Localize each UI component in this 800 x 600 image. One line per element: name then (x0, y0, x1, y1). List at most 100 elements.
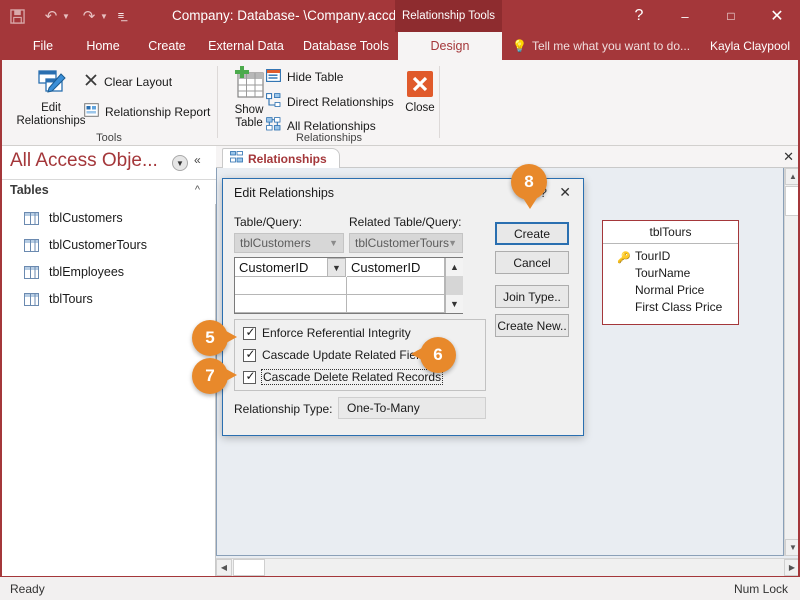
sidebar-item-label: tblCustomerTours (49, 238, 147, 252)
status-text: Ready (10, 582, 45, 596)
customize-qat-icon[interactable]: ≡̲ (110, 0, 132, 32)
grid-cell-left-field-0[interactable]: CustomerID (235, 258, 336, 277)
clear-layout-label: Clear Layout (104, 74, 173, 89)
grid-cell-right-field-0[interactable]: CustomerID (347, 258, 445, 277)
table-query-combo[interactable]: tblCustomers ▼ (234, 233, 344, 253)
tab-create[interactable]: Create (138, 32, 196, 60)
create-button[interactable]: Create (495, 222, 569, 245)
window-controls: ? – □ ✕ (616, 0, 800, 32)
table-field-label: TourID (635, 249, 671, 263)
horizontal-scroll-thumb[interactable] (233, 559, 265, 576)
checkbox-icon[interactable] (243, 347, 257, 362)
grid-cell-value: CustomerID (351, 259, 421, 275)
help-icon[interactable]: ? (616, 0, 662, 32)
checkbox-cascade-delete-related-records[interactable]: Cascade Delete Related Records (243, 369, 444, 385)
checkbox-enforce-referential-integrity[interactable]: Enforce Referential Integrity (243, 325, 411, 340)
edit-relationships-icon (35, 68, 67, 102)
hide-table-button[interactable]: Hide Table (266, 69, 343, 85)
vertical-scrollbar[interactable]: ▲ ▼ (784, 168, 800, 556)
ribbon-group-relationships-label: Relationships (295, 132, 363, 144)
table-field-row[interactable]: First Class Price (603, 299, 738, 316)
redo-dropdown-icon[interactable]: ▼ (98, 0, 110, 32)
table-field-row[interactable]: 🔑 TourID (603, 248, 738, 265)
tell-me-label: Tell me what you want to do... (531, 39, 691, 53)
grid-scroll-up-icon[interactable]: ▲ (446, 258, 463, 276)
close-document-icon[interactable]: ✕ (783, 149, 794, 165)
user-account-name[interactable]: Kayla Claypool (710, 32, 790, 60)
grid-cell-dropdown-icon[interactable]: ▼ (327, 258, 346, 277)
direct-relationships-button[interactable]: Direct Relationships (266, 93, 394, 110)
checkbox-cascade-update-related-fields[interactable]: Cascade Update Related Fields (243, 347, 431, 362)
grid-scroll-down-icon[interactable]: ▼ (446, 295, 463, 313)
minimize-icon[interactable]: – (662, 0, 708, 32)
field-mapping-grid[interactable]: CustomerID ▼ CustomerID ▲ ▼ (234, 257, 463, 314)
table-field-row[interactable]: Normal Price (603, 282, 738, 299)
grid-scroll-thumb[interactable] (446, 276, 463, 296)
edit-relationships-button[interactable]: Edit Relationships (12, 68, 90, 128)
horizontal-scrollbar[interactable]: ◀ ▶ (216, 558, 800, 576)
nav-group-tables[interactable]: Tables ^ (0, 180, 216, 204)
undo-dropdown-icon[interactable]: ▼ (60, 0, 72, 32)
chevron-down-icon[interactable]: ▼ (172, 155, 188, 171)
save-icon[interactable] (0, 0, 34, 32)
scroll-left-icon[interactable]: ◀ (216, 559, 232, 576)
grid-cell-right-field-2[interactable] (347, 295, 445, 313)
show-table-label-line1: Show (234, 104, 264, 116)
scroll-right-icon[interactable]: ▶ (784, 559, 800, 576)
relationships-tab-icon (230, 151, 243, 166)
tab-design[interactable]: Design (398, 32, 502, 60)
grid-cell-right-field-1[interactable] (347, 277, 445, 295)
create-new-button[interactable]: Create New.. (495, 314, 569, 337)
clear-layout-icon (84, 73, 98, 90)
grid-cell-left-field-2[interactable] (235, 295, 347, 313)
sidebar-item-tblcustomertours[interactable]: tblCustomerTours (0, 233, 216, 257)
close-relationships-button[interactable]: Close (398, 70, 442, 115)
edit-relationships-dialog: Edit Relationships ? ✕ Table/Query: Rela… (222, 178, 584, 436)
sidebar-item-tblcustomers[interactable]: tblCustomers (0, 206, 216, 230)
collapse-navigation-pane-icon[interactable]: « (194, 153, 201, 167)
close-window-icon[interactable]: ✕ (754, 0, 800, 32)
checkbox-icon[interactable] (243, 325, 257, 340)
maximize-icon[interactable]: □ (708, 0, 754, 32)
document-tab-label: Relationships (248, 151, 327, 166)
checkbox-icon[interactable] (243, 369, 257, 384)
close-icon (406, 70, 434, 102)
tab-file[interactable]: File (18, 32, 68, 60)
table-field-row[interactable]: TourName (603, 265, 738, 282)
related-table-query-combo[interactable]: tblCustomerTours ▼ (349, 233, 463, 253)
direct-relationships-icon (266, 93, 281, 110)
navigation-pane-header: All Access Obje... ▼ « (0, 146, 216, 180)
chevron-up-icon[interactable]: ^ (195, 184, 200, 196)
table-icon (24, 292, 39, 306)
cancel-button[interactable]: Cancel (495, 251, 569, 274)
table-box-tbltours[interactable]: tblTours 🔑 TourID TourName Normal Price … (602, 220, 739, 325)
contextual-tab-group-label: Relationship Tools (395, 0, 502, 32)
join-type-button[interactable]: Join Type.. (495, 285, 569, 308)
chevron-down-icon[interactable]: ▼ (448, 238, 457, 248)
clear-layout-button[interactable]: Clear Layout (84, 73, 172, 90)
scroll-up-icon[interactable]: ▲ (785, 168, 800, 185)
tab-database-tools[interactable]: Database Tools (294, 32, 398, 60)
tab-home[interactable]: Home (74, 32, 132, 60)
checkbox-label: Cascade Delete Related Records (260, 369, 444, 385)
relationship-report-button[interactable]: Relationship Report (84, 103, 210, 120)
tab-external-data[interactable]: External Data (198, 32, 294, 60)
vertical-scroll-thumb[interactable] (785, 186, 800, 216)
sidebar-item-tbltours[interactable]: tblTours (0, 287, 216, 311)
table-icon (24, 238, 39, 252)
chevron-down-icon[interactable]: ▼ (329, 238, 338, 248)
grid-cell-value: CustomerID (239, 259, 309, 275)
grid-cell-left-field-1[interactable] (235, 277, 347, 295)
grid-scrollbar[interactable]: ▲ ▼ (445, 258, 463, 313)
callout-badge-5: 5 (192, 320, 237, 356)
nav-group-label: Tables (10, 183, 49, 197)
tell-me-box[interactable]: 💡 Tell me what you want to do... (512, 32, 690, 60)
scroll-down-icon[interactable]: ▼ (785, 539, 800, 556)
sidebar-item-tblemployees[interactable]: tblEmployees (0, 260, 216, 284)
relationship-report-label: Relationship Report (105, 104, 211, 119)
dialog-close-icon[interactable]: ✕ (559, 184, 571, 201)
lightbulb-icon: 💡 (512, 39, 527, 53)
table-field-label: First Class Price (635, 300, 723, 314)
tab-relationships[interactable]: Relationships (222, 148, 340, 168)
sidebar-item-label: tblCustomers (49, 211, 123, 225)
